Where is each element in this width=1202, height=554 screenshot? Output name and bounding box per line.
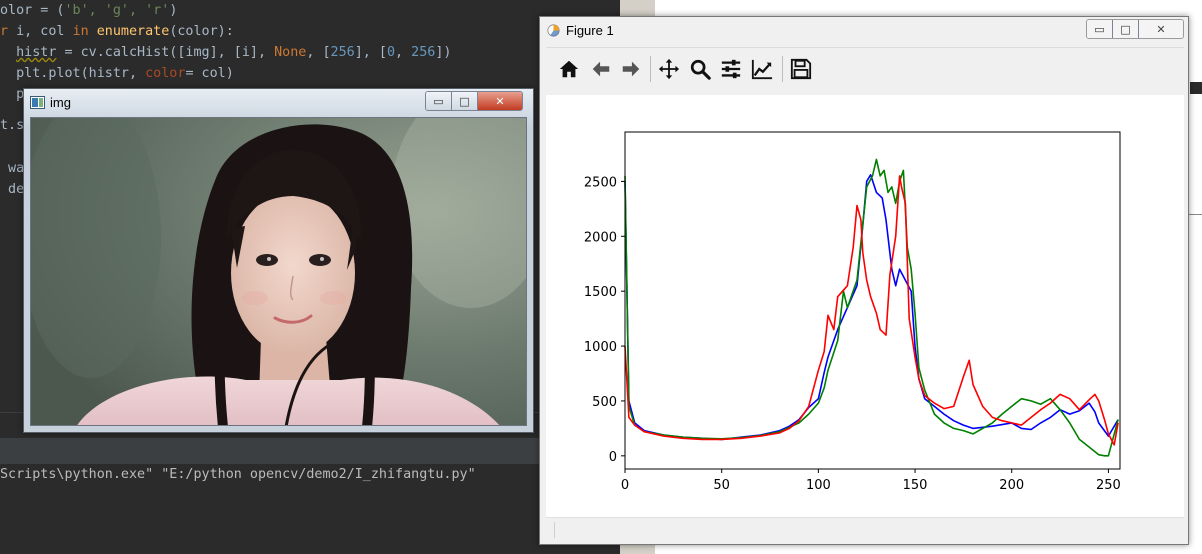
- y-axis: 0 500 1000 1500 2000 2500: [584, 175, 625, 465]
- code-token: (color):: [169, 24, 234, 39]
- matplotlib-icon: [547, 24, 560, 37]
- code-token: wa: [0, 161, 25, 176]
- code-token: ): [169, 3, 178, 18]
- x-tick-label: 200: [999, 478, 1024, 493]
- pan-button[interactable]: [654, 54, 684, 84]
- move-icon: [658, 58, 680, 80]
- series-line-1: [624, 158, 1119, 457]
- code-token: = cv.calcHist([img], [i],: [56, 45, 275, 60]
- home-icon: [559, 60, 579, 78]
- img-window-titlebar[interactable]: img ▭ □ ✕: [24, 89, 533, 117]
- close-button[interactable]: ✕: [1139, 20, 1183, 38]
- save-icon: [790, 58, 812, 80]
- y-tick-label: 1000: [584, 340, 617, 355]
- x-tick-label: 250: [1096, 478, 1121, 493]
- code-token: ,: [395, 45, 412, 60]
- code-token: = col): [185, 66, 234, 81]
- code-token: ], [: [354, 45, 387, 60]
- configure-subplots-button[interactable]: [716, 54, 746, 84]
- code-token: ]): [435, 45, 452, 60]
- x-tick-label: 100: [806, 478, 831, 493]
- y-tick-label: 2500: [584, 175, 617, 190]
- code-token: plt.plot(histr,: [0, 66, 146, 81]
- edit-axis-button[interactable]: [747, 54, 777, 84]
- x-axis: 0 50 100 150 200 250: [621, 469, 1121, 493]
- run-output-text: Scripts\python.exe" "E:/python opencv/de…: [0, 467, 476, 482]
- figure-window-title: Figure 1: [566, 23, 614, 38]
- back-button[interactable]: [586, 54, 616, 84]
- code-token: r: [0, 24, 17, 39]
- code-token: 'b', 'g', 'r': [64, 3, 170, 18]
- image-display: [30, 117, 527, 426]
- code-line: plt.plot(histr, color= col): [0, 63, 234, 84]
- img-window-title: img: [50, 95, 71, 110]
- code-line: olor = ('b', 'g', 'r'): [0, 0, 177, 21]
- portrait-photo: [31, 118, 526, 425]
- chart-line-icon: [751, 59, 773, 80]
- code-token: 256: [330, 45, 355, 60]
- minimize-button[interactable]: ▭: [1087, 20, 1113, 38]
- img-window[interactable]: img ▭ □ ✕: [23, 88, 534, 433]
- figure-window[interactable]: Figure 1 ▭ □ ✕ 0 50 100 150 200 250 0 50…: [539, 16, 1189, 545]
- code-token: , [: [306, 45, 331, 60]
- series-layer: [624, 158, 1119, 457]
- toolbar-separator: [782, 56, 783, 82]
- series-line-0: [624, 174, 1119, 441]
- status-bar-grip: [554, 522, 555, 538]
- code-token: i, col: [16, 24, 73, 39]
- maximize-button[interactable]: □: [1113, 20, 1139, 38]
- code-line: r i, col in enumerate(color):: [0, 21, 234, 42]
- y-tick-label: 1500: [584, 285, 617, 300]
- x-tick-label: 0: [621, 478, 629, 493]
- y-tick-label: 2000: [584, 230, 617, 245]
- code-token: 256: [411, 45, 436, 60]
- code-line: histr = cv.calcHist([img], [i], None, [2…: [0, 42, 451, 63]
- code-token: enumerate: [96, 24, 170, 39]
- series-line-2: [624, 175, 1119, 446]
- background-edge: [1190, 82, 1202, 94]
- zoom-icon: [690, 59, 711, 80]
- status-bar: [546, 517, 1184, 541]
- x-tick-label: 50: [713, 478, 730, 493]
- code-token: histr: [16, 45, 57, 60]
- zoom-button[interactable]: [685, 54, 715, 84]
- code-line: wa: [0, 158, 24, 179]
- img-window-controls: ▭ □ ✕: [425, 91, 523, 111]
- toolbar-separator: [650, 56, 651, 82]
- forward-button[interactable]: [616, 54, 646, 84]
- y-tick-label: 500: [592, 395, 617, 410]
- minimize-button[interactable]: ▭: [426, 92, 452, 110]
- code-token: in: [72, 24, 97, 39]
- maximize-button[interactable]: □: [452, 92, 478, 110]
- figure-window-titlebar[interactable]: Figure 1 ▭ □ ✕: [540, 17, 1188, 45]
- y-tick-label: 0: [609, 450, 617, 465]
- matplotlib-toolbar: [546, 47, 1184, 95]
- save-button[interactable]: [786, 54, 816, 84]
- window-app-icon: [30, 96, 45, 109]
- figure-window-controls: ▭ □ ✕: [1086, 19, 1184, 39]
- home-button[interactable]: [554, 54, 584, 84]
- code-token: None: [274, 45, 307, 60]
- close-button[interactable]: ✕: [478, 92, 522, 110]
- arrow-right-icon: [622, 61, 640, 77]
- figure-canvas[interactable]: 0 50 100 150 200 250 0 500 1000 1500 2000 2500: [546, 95, 1184, 517]
- histogram-chart[interactable]: 0 50 100 150 200 250 0 500 1000 1500 2000 2500: [546, 95, 1184, 517]
- code-token: olor = (: [0, 3, 65, 18]
- code-token: 0: [386, 45, 396, 60]
- code-token: color: [145, 66, 186, 81]
- x-tick-label: 150: [903, 478, 928, 493]
- sliders-icon: [721, 59, 741, 79]
- arrow-left-icon: [592, 61, 610, 77]
